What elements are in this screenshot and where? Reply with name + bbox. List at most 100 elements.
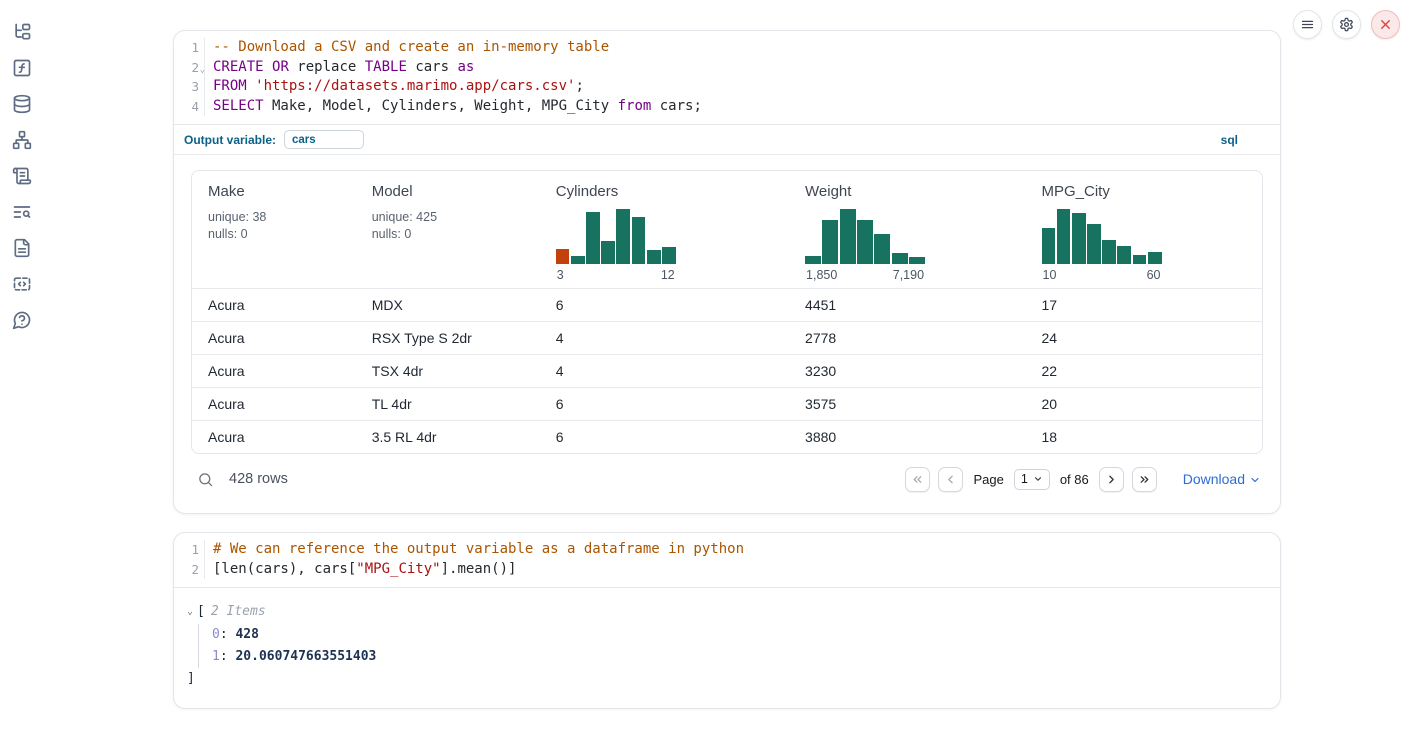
table-cell: Acura (192, 297, 356, 313)
table-cell: 20 (1026, 396, 1263, 412)
column-name[interactable]: Model (372, 183, 540, 200)
sql-cell-output: Makeunique: 38nulls: 0Modelunique: 425nu… (174, 155, 1280, 513)
chevron-down-icon (1249, 474, 1261, 486)
next-page-button[interactable] (1099, 467, 1124, 492)
close-bracket: ] (187, 671, 195, 686)
table-cell: TSX 4dr (356, 363, 540, 379)
column-header: Make unique: 38nulls: 0 (192, 183, 356, 282)
table-cell: 2778 (789, 330, 1025, 346)
histogram-bar (571, 256, 585, 264)
histogram-bar (822, 220, 838, 264)
code-line-text: # We can reference the output variable a… (205, 540, 744, 560)
histogram-bar (857, 220, 873, 264)
tree-output: ⌄[2 Items 0: 4281: 20.060747663551403 ] (174, 587, 1280, 708)
histogram-bar (1057, 209, 1071, 264)
table-footer: 428 rows Page 1 of 86 (191, 463, 1263, 495)
column-header: Weight1,8507,190 (789, 183, 1025, 282)
search-icon (197, 471, 214, 488)
histogram-bar (892, 253, 908, 264)
column-name[interactable]: Make (208, 183, 356, 200)
chevron-down-icon (1033, 474, 1043, 484)
text-search-icon[interactable] (12, 202, 32, 222)
table-row[interactable]: AcuraTSX 4dr4323022 (192, 354, 1262, 387)
table-row[interactable]: AcuraMDX6445117 (192, 288, 1262, 321)
column-header: Cylinders312 (540, 183, 789, 282)
table-cell: 6 (540, 396, 789, 412)
function-square-icon[interactable] (12, 58, 32, 78)
scroll-icon[interactable] (12, 166, 32, 186)
line-number: 3 (174, 77, 205, 97)
close-button[interactable] (1371, 10, 1400, 39)
code-line-text: FROM 'https://datasets.marimo.app/cars.c… (205, 77, 584, 97)
line-number: 4 (174, 97, 205, 117)
download-label: Download (1183, 471, 1245, 487)
table-row[interactable]: AcuraTL 4dr6357520 (192, 387, 1262, 420)
column-stat: unique: 425 (372, 209, 540, 226)
page-select[interactable]: 1 (1014, 469, 1050, 490)
python-code-editor[interactable]: 1# We can reference the output variable … (174, 533, 1280, 587)
table-row[interactable]: Acura3.5 RL 4dr6388018 (192, 420, 1262, 453)
download-button[interactable]: Download (1183, 471, 1261, 487)
window-controls (1293, 10, 1400, 39)
document-icon[interactable] (12, 238, 32, 258)
histogram-bar (586, 212, 600, 264)
column-stat: nulls: 0 (208, 226, 356, 243)
table-cell: 22 (1026, 363, 1263, 379)
histogram-bar (1087, 224, 1101, 264)
table-cell: 3575 (789, 396, 1025, 412)
histogram-bar (1117, 246, 1131, 264)
column-header: MPG_City 1060 (1026, 183, 1263, 282)
prev-page-button[interactable] (938, 467, 963, 492)
output-variable-input[interactable] (284, 130, 364, 149)
menu-button[interactable] (1293, 10, 1322, 39)
column-stat: nulls: 0 (372, 226, 540, 243)
tree-children: 0: 4281: 20.060747663551403 (198, 624, 1264, 668)
column-name[interactable]: MPG_City (1042, 183, 1263, 200)
table-cell: 4451 (789, 297, 1025, 313)
file-tree-icon[interactable] (12, 22, 32, 42)
tree-item: 0: 428 (212, 624, 1264, 646)
collapse-icon[interactable]: ⌄ (187, 601, 193, 623)
histogram-bar (556, 249, 570, 264)
search-button[interactable] (197, 471, 214, 488)
first-page-button[interactable] (905, 467, 930, 492)
histogram-axis-labels: 1060 (1042, 268, 1162, 282)
tree-root: ⌄[2 Items (187, 601, 1264, 624)
sql-code-editor[interactable]: 1-- Download a CSV and create an in-memo… (174, 31, 1280, 124)
histogram-bar (1148, 252, 1162, 264)
table-cell: RSX Type S 2dr (356, 330, 540, 346)
histogram-bar (616, 209, 630, 264)
histogram-bar (632, 217, 646, 264)
table-cell: 18 (1026, 429, 1263, 445)
gear-icon (1339, 17, 1354, 32)
histogram-bar (874, 234, 890, 264)
histogram-bar (1042, 228, 1056, 264)
column-name[interactable]: Weight (805, 183, 1025, 200)
table-cell: 17 (1026, 297, 1263, 313)
snippets-icon[interactable] (12, 274, 32, 294)
database-icon[interactable] (12, 94, 32, 114)
histogram-bar (601, 241, 615, 264)
histogram-bar (805, 256, 821, 264)
last-page-button[interactable] (1132, 467, 1157, 492)
data-table: Makeunique: 38nulls: 0Modelunique: 425nu… (191, 170, 1263, 454)
help-icon[interactable] (12, 310, 32, 330)
table-row[interactable]: AcuraRSX Type S 2dr4277824 (192, 321, 1262, 354)
settings-button[interactable] (1332, 10, 1361, 39)
histogram-bar (909, 257, 925, 264)
items-count-label: 2 Items (211, 604, 266, 619)
row-count: 428 rows (229, 471, 288, 487)
histogram-bar (1133, 255, 1147, 264)
column-stat: unique: 38 (208, 209, 356, 226)
total-pages-label: of 86 (1060, 472, 1089, 487)
table-cell: Acura (192, 363, 356, 379)
table-cell: 24 (1026, 330, 1263, 346)
table-cell: 6 (540, 429, 789, 445)
language-badge[interactable]: sql (1221, 133, 1238, 147)
column-name[interactable]: Cylinders (556, 183, 789, 200)
column-header: Model unique: 425nulls: 0 (356, 183, 540, 282)
histogram-bar (662, 247, 676, 264)
dependency-graph-icon[interactable] (12, 130, 32, 150)
line-number: 1 (174, 540, 205, 560)
line-number: 2 (174, 560, 205, 580)
